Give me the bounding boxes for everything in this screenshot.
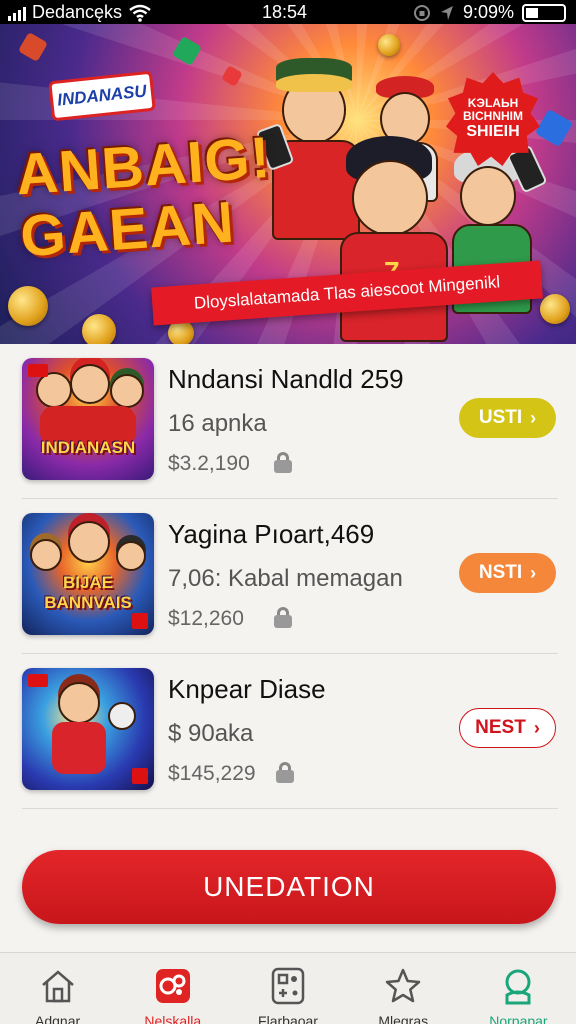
nav-label: Mlegras xyxy=(378,1013,429,1024)
list-item[interactable]: Knpear Diase $ 90aka $145,229 NEST › xyxy=(22,654,558,809)
game-title[interactable]: Yagina Pıoart,469 xyxy=(168,519,374,550)
game-price: $12,260 xyxy=(168,607,244,630)
bottom-nav: Adgnar Nelskalla Flarbaoar Mlegras Norpa… xyxy=(0,952,576,1024)
install-button-label: NEST xyxy=(475,717,526,738)
signal-icon xyxy=(8,5,26,21)
thumb-label: INDIANASN xyxy=(40,438,136,457)
sticker-line-2: BICHNHIM xyxy=(463,109,523,123)
thumb-badge xyxy=(132,613,148,629)
sticker-line-3: SHIEIH xyxy=(466,123,520,140)
status-time: 18:54 xyxy=(262,2,308,22)
lock-icon xyxy=(274,607,292,628)
status-left: Dedancęks xyxy=(8,2,152,23)
nav-item-favorites[interactable]: Mlegras xyxy=(346,953,461,1024)
coin-icon xyxy=(8,286,48,326)
game-list: INDIANASN Nndansi Nandld 259 16 apnka $3… xyxy=(22,344,558,809)
thumb-badge xyxy=(28,364,48,377)
coin-icon xyxy=(540,294,570,324)
install-button[interactable]: NEST › xyxy=(459,708,556,748)
status-right: 9:09% xyxy=(413,2,566,23)
game-price: $3.2,190 xyxy=(168,452,250,475)
character-main-boy: 7 xyxy=(330,136,460,344)
nav-item-controller[interactable]: Flarbaoar xyxy=(230,953,345,1024)
rotation-lock-icon xyxy=(413,4,430,21)
game-icon xyxy=(155,969,190,1003)
game-subtitle: 16 apnka xyxy=(168,410,267,437)
profile-icon xyxy=(505,969,531,1005)
game-subtitle: $ 90aka xyxy=(168,720,254,747)
game-thumbnail[interactable]: INDIANASN xyxy=(22,358,154,480)
game-title[interactable]: Nndansi Nandld 259 xyxy=(168,364,404,395)
nav-item-games[interactable]: Nelskalla xyxy=(115,953,230,1024)
lock-icon xyxy=(274,452,292,473)
location-icon xyxy=(440,5,453,20)
coin-icon xyxy=(378,34,400,56)
nav-item-home[interactable]: Adgnar xyxy=(0,953,115,1024)
nav-label: Nelskalla xyxy=(144,1013,202,1024)
carrier-name: Dedancęks xyxy=(32,2,123,22)
game-price: $145,229 xyxy=(168,762,256,785)
nav-item-profile[interactable]: Norpapar xyxy=(461,953,576,1024)
status-bar: Dedancęks 18:54 9:09% xyxy=(0,0,576,24)
home-icon xyxy=(41,970,74,1003)
coin-icon xyxy=(82,314,116,344)
primary-action-button[interactable]: UNEDATION xyxy=(22,850,556,924)
install-button-label: USTI xyxy=(478,407,523,428)
promo-banner[interactable]: 7 INDANASU ANBAIG! GAEAN KЭLAЬH BICHNHIM… xyxy=(0,24,576,344)
controller-icon xyxy=(271,967,305,1005)
lock-icon xyxy=(276,762,294,783)
nav-label: Flarbaoar xyxy=(258,1013,318,1024)
list-item[interactable]: INDIANASN Nndansi Nandld 259 16 apnka $3… xyxy=(22,344,558,499)
chevron-right-icon: › xyxy=(530,562,537,583)
battery-percent: 9:09% xyxy=(462,2,514,22)
star-icon xyxy=(385,968,421,1003)
nav-label: Norpapar xyxy=(489,1013,548,1024)
nav-label: Adgnar xyxy=(35,1013,81,1024)
wifi-icon xyxy=(129,4,151,22)
thumb-badge xyxy=(28,674,48,687)
install-button-label: NSTI xyxy=(478,562,523,583)
thumb-label: BIJAE BANNVAIS xyxy=(44,573,132,612)
install-button[interactable]: NSTI › xyxy=(459,553,556,593)
game-thumbnail[interactable] xyxy=(22,668,154,790)
thumb-badge xyxy=(132,768,148,784)
game-thumbnail[interactable]: BIJAE BANNVAIS xyxy=(22,513,154,635)
chevron-right-icon: › xyxy=(533,717,540,738)
list-item[interactable]: BIJAE BANNVAIS Yagina Pıoart,469 7,06: K… xyxy=(22,499,558,654)
chevron-right-icon: › xyxy=(530,407,537,428)
banner-headline: ANBAIG! GAEAN xyxy=(14,124,322,269)
game-subtitle: 7,06: Kabal memagan xyxy=(168,565,403,592)
game-title[interactable]: Knpear Diase xyxy=(168,674,326,705)
battery-icon xyxy=(522,3,566,22)
install-button[interactable]: USTI › xyxy=(459,398,556,438)
